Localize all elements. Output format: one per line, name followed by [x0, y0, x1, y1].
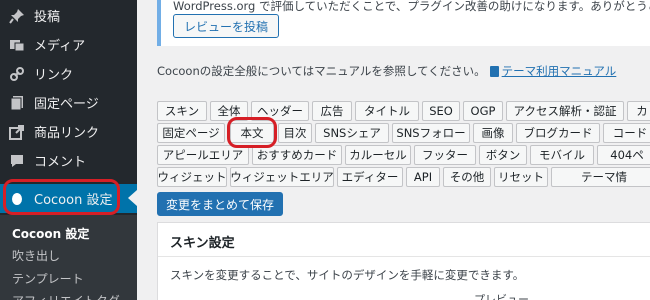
tab-toc[interactable]: 目次: [278, 123, 312, 143]
tab-mobile[interactable]: モバイル: [530, 145, 594, 165]
pages-icon: [0, 93, 34, 113]
tab-404-page[interactable]: 404ペ: [597, 145, 650, 165]
skin-settings-panel: スキン設定 スキンを変更することで、サイトのデザインを手軽に変更できます。 プレ…: [157, 222, 650, 300]
tab-title[interactable]: タイトル: [355, 101, 419, 121]
sidebar-item-posts[interactable]: 投稿: [0, 1, 137, 30]
sidebar-item-product-links[interactable]: 商品リンク: [0, 117, 137, 146]
tab-carousel[interactable]: カルーセル: [345, 145, 411, 165]
tab-blog-card[interactable]: ブログカード: [516, 123, 600, 143]
preview-label: プレビュー: [474, 293, 529, 300]
theme-manual-link[interactable]: テーマ利用マニュアル: [502, 63, 617, 79]
sidebar-item-pages[interactable]: 固定ページ: [0, 88, 137, 117]
tab-widget[interactable]: ウィジェット: [157, 167, 227, 187]
tab-theme-info[interactable]: テーマ情: [551, 167, 650, 187]
tab-reset[interactable]: リセット: [494, 167, 548, 187]
cocoon-icon: [0, 189, 34, 209]
tab-ogp[interactable]: OGP: [463, 101, 503, 121]
panel-description: スキンを変更することで、サイトのデザインを手軽に変更できます。: [170, 268, 525, 282]
sidebar-item-label: コメント: [34, 155, 87, 170]
link-icon: [0, 64, 34, 84]
tab-sns-follow[interactable]: SNSフォロー: [392, 123, 470, 143]
tab-seo[interactable]: SEO: [422, 101, 460, 121]
manual-info: Cocoonの設定全般についてはマニュアルを参照してください。 テーマ利用マニュ…: [157, 63, 616, 79]
submenu-item-cocoon-settings[interactable]: Cocoon 設定: [12, 225, 89, 242]
admin-sidebar: 投稿 メディア リンク 固定ページ 商品リンク コメント Cocoon 設定 C…: [0, 0, 137, 300]
tab-editor[interactable]: エディター: [337, 167, 403, 187]
save-all-changes-button[interactable]: 変更をまとめて保存: [157, 192, 284, 216]
sidebar-item-label: メディア: [34, 39, 86, 54]
panel-divider: [158, 256, 650, 257]
tab-image[interactable]: 画像: [473, 123, 513, 143]
notice-text: WordPress.org で評価していただくことで、プラグイン改善の助けになり…: [173, 0, 650, 13]
tab-skin[interactable]: スキン: [157, 101, 207, 121]
sidebar-item-comments[interactable]: コメント: [0, 146, 137, 175]
submenu-item-template[interactable]: テンプレート: [12, 270, 84, 287]
tab-ads[interactable]: 広告: [312, 101, 352, 121]
tab-recommended-card[interactable]: おすすめカード: [252, 145, 342, 165]
manual-info-text: Cocoonの設定全般についてはマニュアルを参照してください。: [157, 64, 486, 78]
tab-sns-share[interactable]: SNSシェア: [315, 123, 389, 143]
review-notice: WordPress.org で評価していただくことで、プラグイン改善の助けになり…: [157, 0, 650, 46]
tab-other[interactable]: その他: [443, 167, 491, 187]
tab-code[interactable]: コード: [603, 123, 650, 143]
comment-icon: [0, 151, 34, 171]
cocoon-submenu: Cocoon 設定 吹き出し テンプレート アフィリエイトタグ: [0, 215, 137, 300]
tab-fixed-page[interactable]: 固定ページ: [157, 123, 225, 143]
tab-analytics-auth[interactable]: アクセス解析・認証: [506, 101, 624, 121]
sidebar-item-label: 商品リンク: [34, 126, 100, 141]
tab-row1-overflow[interactable]: カ: [627, 101, 650, 121]
tab-api[interactable]: API: [406, 167, 440, 187]
sidebar-item-label: 固定ページ: [34, 97, 99, 112]
sidebar-item-links[interactable]: リンク: [0, 59, 137, 88]
sidebar-item-label: 投稿: [34, 10, 61, 25]
tab-footer[interactable]: フッター: [414, 145, 476, 165]
screen: 投稿 メディア リンク 固定ページ 商品リンク コメント Cocoon 設定 C…: [0, 0, 650, 300]
sidebar-item-media[interactable]: メディア: [0, 30, 137, 59]
sidebar-item-cocoon-settings[interactable]: Cocoon 設定: [0, 184, 137, 213]
sidebar-item-label: リンク: [34, 68, 74, 83]
main-content: WordPress.org で評価していただくことで、プラグイン改善の助けになり…: [137, 0, 650, 300]
book-icon: [489, 65, 499, 77]
pin-icon: [0, 6, 34, 26]
tab-overall[interactable]: 全体: [210, 101, 248, 121]
submenu-item-speech-balloon[interactable]: 吹き出し: [12, 247, 60, 264]
panel-title: スキン設定: [170, 236, 235, 251]
submenu-item-affiliate-tag[interactable]: アフィリエイトタグ: [12, 292, 120, 300]
media-icon: [0, 35, 34, 55]
sidebar-item-label: Cocoon 設定: [34, 193, 113, 208]
tab-header[interactable]: ヘッダー: [251, 101, 309, 121]
external-link-icon: [0, 122, 34, 142]
tab-widget-area[interactable]: ウィジェットエリア: [230, 167, 334, 187]
tab-appeal-area[interactable]: アピールエリア: [157, 145, 249, 165]
tab-body[interactable]: 本文: [230, 123, 274, 143]
tab-button[interactable]: ボタン: [479, 145, 527, 165]
post-review-button[interactable]: レビューを投稿: [173, 14, 280, 38]
